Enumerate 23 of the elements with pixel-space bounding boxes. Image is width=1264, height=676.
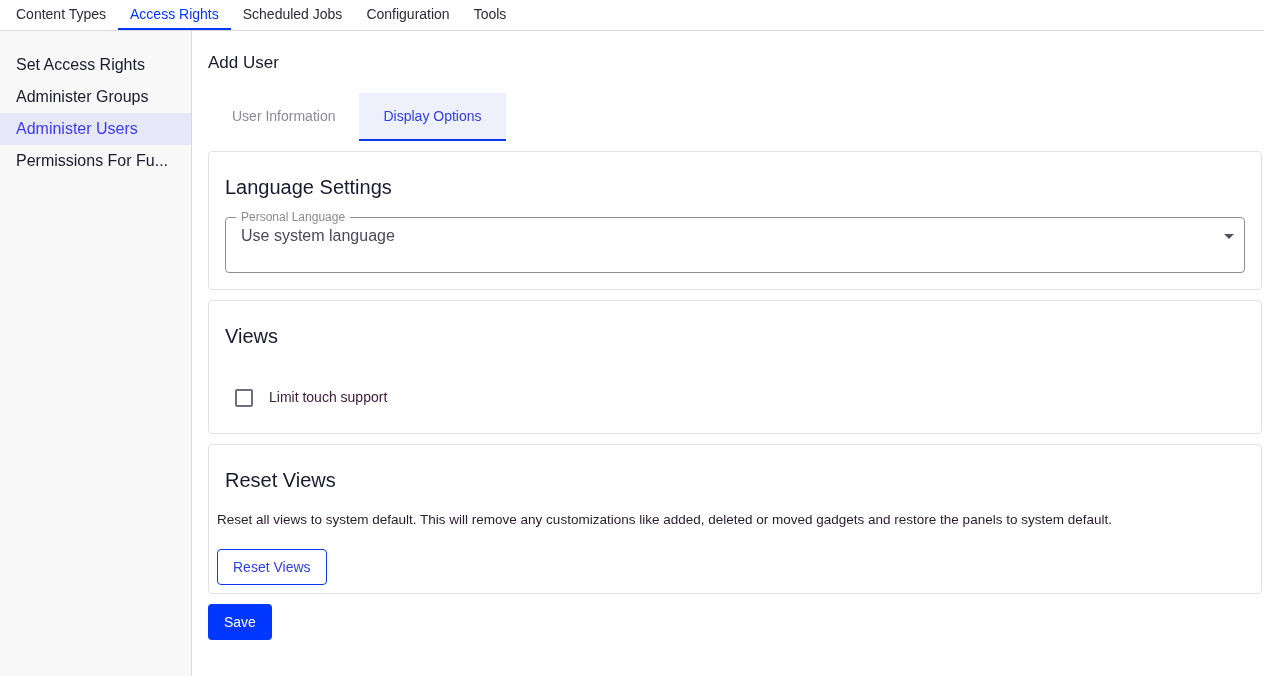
sidebar-item[interactable]: Administer Groups bbox=[0, 81, 191, 113]
select-value: Use system language bbox=[240, 226, 396, 246]
checkbox[interactable] bbox=[235, 388, 253, 407]
nav-tab[interactable]: Scheduled Jobs bbox=[230, 0, 355, 30]
description-text: Reset all views to system default. This will remove any customizations like added, deleted or moved gadgets and restore the panels to system default. bbox=[217, 511, 1112, 529]
field-label: Personal Language bbox=[240, 210, 347, 224]
section-title: Reset Views bbox=[225, 468, 336, 493]
page-title: Add User bbox=[208, 52, 279, 74]
select-field[interactable]: Personal Language Use system language bbox=[225, 210, 1245, 273]
tab[interactable]: Display Options bbox=[359, 93, 506, 141]
nav-tab[interactable]: Tools bbox=[461, 0, 519, 30]
section-title: Language Settings bbox=[225, 175, 392, 200]
nav-tab[interactable]: Content Types bbox=[4, 0, 119, 30]
sidebar-item[interactable]: Permissions For Fu... bbox=[0, 145, 191, 177]
checkbox-label: Limit touch support bbox=[269, 388, 388, 407]
dropdown-caret-icon bbox=[1224, 233, 1234, 239]
section-title: Views bbox=[225, 324, 278, 349]
sidebar-item[interactable]: Administer Users bbox=[0, 113, 191, 145]
tab[interactable]: User Information bbox=[208, 93, 360, 141]
reset-views-button[interactable]: Reset Views bbox=[217, 549, 327, 585]
save-button[interactable]: Save bbox=[208, 604, 272, 640]
sidebar-item[interactable]: Set Access Rights bbox=[0, 49, 191, 81]
nav-tab[interactable]: Configuration bbox=[354, 0, 462, 30]
